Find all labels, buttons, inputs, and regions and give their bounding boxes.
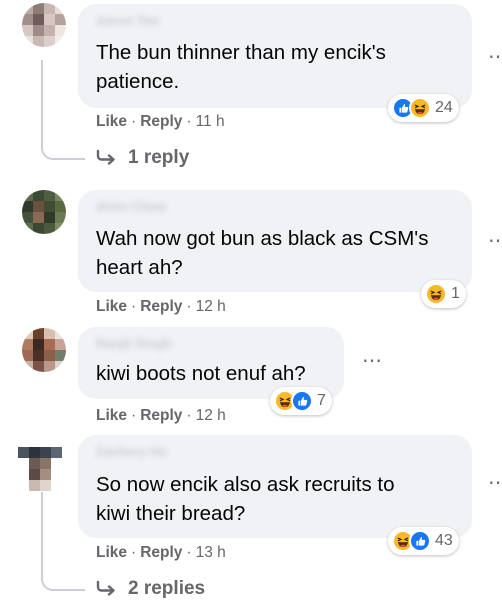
haha-reaction-icon bbox=[425, 283, 447, 305]
author-name[interactable]: Aaron Tan bbox=[96, 13, 159, 28]
comment-bubble: Aaron Tan The bun thinner than my encik'… bbox=[78, 4, 472, 122]
like-button[interactable]: Like bbox=[96, 298, 127, 315]
reaction-count: 7 bbox=[317, 392, 326, 409]
reply-button[interactable]: Reply bbox=[140, 544, 182, 561]
more-options-icon[interactable]: ⋯ bbox=[488, 47, 502, 67]
reaction-summary[interactable]: 24 bbox=[388, 94, 459, 122]
comment-text: So now encik also ask recruits to kiwi t… bbox=[96, 473, 395, 525]
author-name[interactable]: Alvin Chew bbox=[96, 199, 166, 214]
avatar[interactable] bbox=[22, 190, 66, 234]
author-name[interactable]: Ranjit Singh bbox=[96, 336, 172, 351]
timestamp[interactable]: 11 h bbox=[196, 113, 225, 130]
reaction-summary[interactable]: 7 bbox=[270, 387, 332, 415]
comment-bubble: Zachery Ho So now encik also ask recruit… bbox=[78, 435, 472, 555]
comment-bubble: Alvin Chew Wah now got bun as black as C… bbox=[78, 190, 472, 308]
reply-arrow-icon bbox=[96, 580, 116, 602]
comment-text: The bun thinner than my encik's patience… bbox=[96, 41, 386, 93]
replies-count-label: 1 reply bbox=[128, 147, 190, 168]
reply-button[interactable]: Reply bbox=[140, 113, 182, 130]
replies-count-label: 2 replies bbox=[128, 578, 206, 599]
timestamp[interactable]: 12 h bbox=[196, 407, 226, 424]
reply-button[interactable]: Reply bbox=[140, 407, 182, 424]
reply-arrow-icon bbox=[96, 149, 116, 171]
comment-text: Wah now got bun as black as CSM's heart … bbox=[96, 227, 429, 279]
like-reaction-icon bbox=[409, 530, 431, 552]
like-reaction-icon bbox=[291, 390, 313, 412]
reaction-summary[interactable]: 1 bbox=[421, 280, 466, 308]
comment-text: kiwi boots not enuf ah? bbox=[96, 362, 306, 385]
comment-bubble: Ranjit Singh kiwi boots not enuf ah? 7 bbox=[78, 327, 344, 415]
reply-button[interactable]: Reply bbox=[140, 298, 182, 315]
haha-reaction-icon bbox=[409, 97, 431, 119]
like-button[interactable]: Like bbox=[96, 544, 127, 561]
comment-actions: Like · Reply · 11 h bbox=[96, 113, 225, 130]
reaction-count: 24 bbox=[435, 99, 453, 116]
thread-line bbox=[41, 60, 85, 160]
comment-actions: Like · Reply · 12 h bbox=[96, 298, 226, 315]
timestamp[interactable]: 13 h bbox=[196, 544, 226, 561]
reaction-count: 1 bbox=[451, 285, 460, 302]
more-options-icon[interactable]: ⋯ bbox=[488, 231, 502, 251]
avatar[interactable] bbox=[22, 328, 66, 372]
avatar[interactable] bbox=[22, 3, 66, 47]
avatar[interactable] bbox=[18, 447, 62, 491]
view-replies-link[interactable]: 2 replies bbox=[96, 578, 205, 602]
reaction-summary[interactable]: 43 bbox=[388, 527, 459, 555]
like-button[interactable]: Like bbox=[96, 407, 127, 424]
view-replies-link[interactable]: 1 reply bbox=[96, 147, 189, 171]
like-button[interactable]: Like bbox=[96, 113, 127, 130]
more-options-icon[interactable]: ⋯ bbox=[362, 351, 383, 371]
more-options-icon[interactable]: ⋯ bbox=[488, 473, 502, 493]
timestamp[interactable]: 12 h bbox=[196, 298, 226, 315]
comment-actions: Like · Reply · 13 h bbox=[96, 544, 226, 561]
thread-line bbox=[41, 492, 85, 591]
author-name[interactable]: Zachery Ho bbox=[96, 444, 167, 459]
comment-actions: Like · Reply · 12 h bbox=[96, 407, 226, 424]
reaction-count: 43 bbox=[435, 532, 453, 549]
